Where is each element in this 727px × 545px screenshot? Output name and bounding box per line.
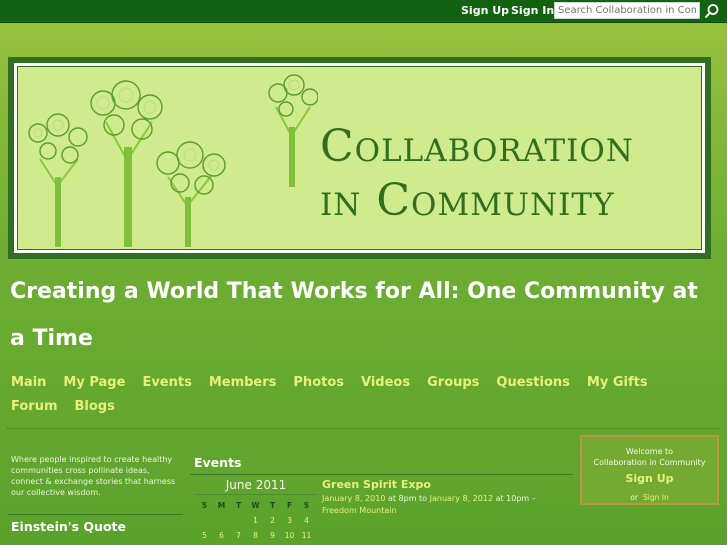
left-divider: [8, 514, 183, 515]
signup-link[interactable]: Sign Up: [461, 4, 509, 17]
events-heading: Events: [194, 455, 242, 470]
welcome-box: Welcome to Collaboration in Community Si…: [580, 435, 719, 505]
welcome-text: Welcome to: [625, 447, 674, 456]
site-description: Where people inspired to create healthy …: [11, 455, 176, 497]
tree-illustration-icon: [28, 74, 318, 247]
calendar-day: [213, 513, 230, 528]
calendar-day-header: T: [269, 501, 276, 510]
site-logo-line2: in Community: [320, 175, 615, 226]
calendar-day[interactable]: 5: [196, 528, 213, 543]
nav-item-my-page[interactable]: My Page: [63, 371, 125, 395]
event-start-time: at 8pm to: [387, 494, 428, 503]
nav-item-my-gifts[interactable]: My Gifts: [587, 371, 648, 395]
banner-canvas: Collaboration in Community: [17, 66, 702, 250]
events-divider: [190, 474, 573, 475]
nav-divider: [7, 428, 720, 429]
calendar-day[interactable]: 8: [247, 528, 264, 543]
calendar-day[interactable]: 3: [281, 513, 298, 528]
event-details: January 8, 2010 at 8pm to January 8, 201…: [322, 493, 572, 517]
calendar-day-header: M: [217, 501, 226, 510]
header-banner[interactable]: Collaboration in Community: [8, 57, 711, 259]
nav-item-main[interactable]: Main: [11, 371, 46, 395]
calendar-day-header: W: [251, 501, 260, 510]
nav-item-videos[interactable]: Videos: [361, 371, 410, 395]
event-title-link[interactable]: Green Spirit Expo: [322, 478, 431, 491]
calendar-day[interactable]: 2: [264, 513, 281, 528]
calendar-day[interactable]: 11: [298, 528, 315, 543]
calendar-day[interactable]: 6: [213, 528, 230, 543]
event-end-time: at 10pm –: [495, 494, 536, 503]
event-end-link[interactable]: January 8, 2012: [430, 494, 493, 503]
banner-frame: Collaboration in Community: [14, 63, 705, 253]
calendar-day[interactable]: 4: [298, 513, 315, 528]
nav-item-members[interactable]: Members: [209, 371, 277, 395]
nav-item-photos[interactable]: Photos: [293, 371, 344, 395]
calendar-grid: S M T W T F S 1 2 3 4 5 6 7 8 9 10 11: [196, 498, 316, 543]
calendar-day[interactable]: 9: [264, 528, 281, 543]
welcome-or-text: or: [630, 493, 638, 502]
calendar-day-header: T: [235, 501, 242, 510]
welcome-site-name: Collaboration in Community: [593, 458, 706, 467]
calendar-day-header: S: [303, 501, 310, 510]
nav-item-forum[interactable]: Forum: [11, 395, 58, 419]
calendar-month: June 2011: [196, 478, 316, 495]
nav-item-questions[interactable]: Questions: [496, 371, 569, 395]
calendar-day[interactable]: 1: [247, 513, 264, 528]
quote-heading: Einstein's Quote: [11, 519, 126, 534]
search-input[interactable]: [554, 2, 700, 19]
events-calendar: June 2011 S M T W T F S 1 2 3 4 5 6 7 8 …: [196, 478, 316, 543]
calendar-day[interactable]: 10: [281, 528, 298, 543]
calendar-day-header: F: [286, 501, 293, 510]
welcome-signup-link[interactable]: Sign Up: [582, 472, 717, 485]
nav-item-groups[interactable]: Groups: [427, 371, 479, 395]
nav-item-events[interactable]: Events: [142, 371, 191, 395]
calendar-day: [230, 513, 247, 528]
signin-link[interactable]: Sign In: [511, 4, 554, 17]
event-start-link[interactable]: January 8, 2010: [322, 494, 385, 503]
top-bar: Sign Up Sign In: [0, 0, 727, 23]
search-icon[interactable]: [704, 3, 720, 19]
calendar-day-header: S: [201, 501, 208, 510]
site-tagline: Creating a World That Works for All: One…: [10, 279, 698, 351]
main-nav: Main My Page Events Members Photos Videos Grou…: [11, 371, 711, 419]
site-logo-line1: Collaboration: [320, 121, 634, 172]
nav-item-blogs[interactable]: Blogs: [75, 395, 115, 419]
calendar-day[interactable]: 7: [230, 528, 247, 543]
calendar-day: [196, 513, 213, 528]
welcome-signin-link[interactable]: Sign In: [643, 493, 669, 502]
event-location-link[interactable]: Freedom Mountain: [322, 506, 397, 515]
